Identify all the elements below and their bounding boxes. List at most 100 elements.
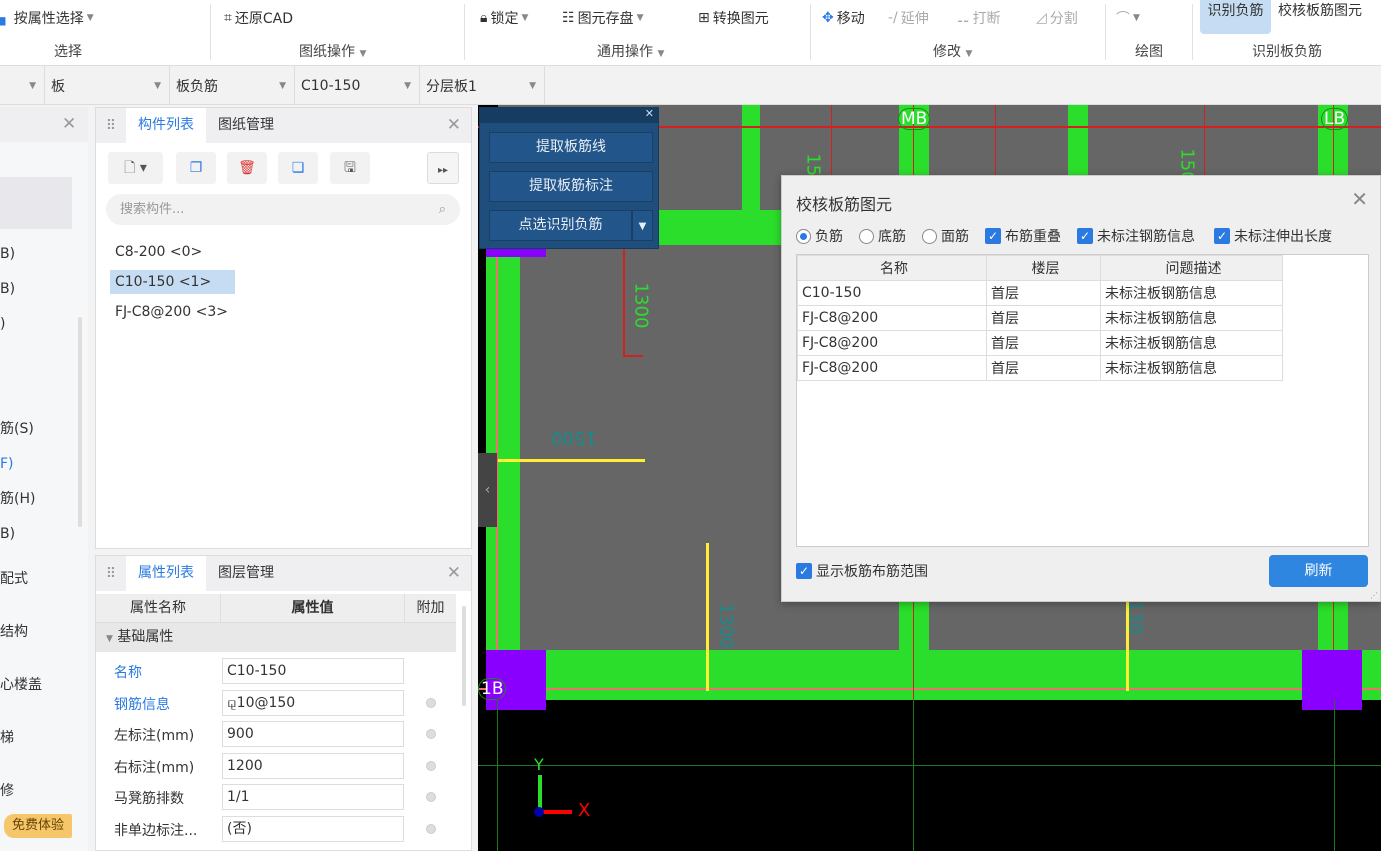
- nav-item[interactable]: 筋(H): [0, 482, 35, 517]
- resize-grip-icon[interactable]: ⋰: [1370, 591, 1378, 600]
- point-identify-dropdown[interactable]: ▼: [632, 210, 653, 241]
- drag-handle-icon[interactable]: ⠿: [96, 566, 126, 582]
- scrollbar[interactable]: [462, 606, 466, 706]
- property-value-input[interactable]: 900: [222, 721, 404, 747]
- lock-button[interactable]: 🔒︎ 锁定 ▼: [480, 8, 528, 28]
- property-value-input[interactable]: 1200: [222, 752, 404, 779]
- nav-selected[interactable]: [0, 177, 72, 229]
- group-drawing-label[interactable]: 图纸操作 ▼: [299, 41, 366, 61]
- new-component-button[interactable]: 🗋︎ ▾: [108, 152, 163, 184]
- close-icon[interactable]: ✕: [645, 107, 654, 120]
- search-input[interactable]: 搜索构件... ⌕: [106, 194, 460, 225]
- select-by-attr-button[interactable]: ▖ 按属性选择 ▼: [0, 8, 94, 28]
- radio-1[interactable]: 底筋: [859, 226, 906, 246]
- copy-button[interactable]: ❐: [176, 152, 216, 184]
- checkbox-checked-icon: ✓: [1077, 228, 1093, 244]
- close-icon[interactable]: ✕: [1351, 187, 1368, 211]
- list-icon: ☷: [562, 10, 575, 26]
- close-icon[interactable]: ✕: [62, 114, 76, 134]
- property-value-input[interactable]: ⚼10@150: [222, 689, 404, 716]
- table-row[interactable]: FJ-C8@200 首层 未标注板钢筋信息: [797, 355, 1283, 381]
- dialog-title: 校核板筋图元: [796, 195, 893, 214]
- break-button[interactable]: ⚋ 打断: [957, 8, 1001, 28]
- free-trial-badge[interactable]: 免费体验: [4, 814, 72, 838]
- selector-type[interactable]: 板 ▼: [45, 66, 170, 105]
- close-icon[interactable]: ✕: [447, 115, 461, 135]
- table-row[interactable]: C10-150 首层 未标注板钢筋信息: [797, 280, 1283, 306]
- save-template-button[interactable]: 🖫︎: [330, 152, 370, 184]
- radio-2[interactable]: 面筋: [922, 226, 969, 246]
- property-row: 马凳筋排数 1/1: [96, 782, 456, 812]
- selector-layer[interactable]: 分层板1 ▼: [420, 66, 545, 105]
- table-row[interactable]: FJ-C8@200 首层 未标注板钢筋信息: [797, 330, 1283, 356]
- tab-layer-management[interactable]: 图层管理: [206, 556, 286, 591]
- tab-component-list[interactable]: 构件列表: [126, 108, 206, 143]
- nav-item[interactable]: B): [0, 517, 15, 552]
- attach-radio[interactable]: [426, 729, 436, 739]
- drag-handle-icon[interactable]: ⠿: [96, 118, 126, 134]
- selector-subtype[interactable]: 板负筋 ▼: [170, 66, 295, 105]
- col-header-floor[interactable]: 楼层: [986, 255, 1101, 281]
- selector-floor[interactable]: ▼: [0, 66, 45, 105]
- dim-text: 1500: [551, 427, 597, 448]
- attach-radio[interactable]: [426, 792, 436, 802]
- radio-0[interactable]: 负筋: [796, 226, 843, 246]
- attach-radio[interactable]: [426, 760, 436, 771]
- nav-item[interactable]: 结构: [0, 615, 28, 650]
- nav-item[interactable]: 心楼盖: [0, 668, 42, 703]
- issue-table-container: 名称 楼层 问题描述 C10-150 首层 未标注板钢筋信息 FJ-C8@200 首层未…: [796, 254, 1369, 547]
- property-value-input[interactable]: C10-150: [222, 658, 404, 684]
- checkbox-4[interactable]: ✓ 未标注钢筋信息: [1077, 226, 1195, 246]
- table-row[interactable]: FJ-C8@200 首层 未标注板钢筋信息: [797, 305, 1283, 331]
- rebar-neg-selected[interactable]: [498, 459, 645, 462]
- checkbox-5[interactable]: ✓ 未标注伸出长度: [1214, 226, 1332, 246]
- group-modify-label[interactable]: 修改 ▼: [933, 41, 972, 61]
- list-item-selected[interactable]: C10-150 <1>: [110, 270, 235, 294]
- restore-cad-button[interactable]: ⌗ 还原CAD: [224, 8, 293, 28]
- tab-property-list[interactable]: 属性列表: [126, 556, 206, 591]
- nav-item[interactable]: ): [0, 307, 5, 342]
- table-cell: 未标注板钢筋信息: [1100, 305, 1283, 331]
- extend-button[interactable]: -/延伸: [888, 8, 929, 28]
- selector-component[interactable]: C10-150 ▼: [295, 66, 420, 105]
- checkbox-3[interactable]: ✓ 布筋重叠: [985, 226, 1061, 246]
- check-slab-rebar-button[interactable]: 校核板筋图元: [1278, 0, 1362, 20]
- collapse-panel-button[interactable]: ‹: [478, 453, 497, 527]
- layer-copy-button[interactable]: ❏: [278, 152, 318, 184]
- expand-button[interactable]: ▸▸: [427, 152, 459, 184]
- arc-draw-button[interactable]: ⌒ ▼: [1116, 8, 1140, 28]
- col-header-name[interactable]: 名称: [797, 255, 987, 281]
- nav-item[interactable]: 梯: [0, 721, 14, 756]
- list-item[interactable]: C8-200 <0>: [110, 240, 207, 264]
- attach-radio[interactable]: [426, 697, 436, 708]
- attach-radio[interactable]: [426, 823, 436, 834]
- property-value-input[interactable]: (否): [222, 815, 404, 842]
- split-button[interactable]: ◿ 分割: [1036, 8, 1078, 28]
- nav-item[interactable]: 筋(S): [0, 412, 34, 447]
- checkbox-checked-icon: ✓: [796, 563, 812, 579]
- nav-item[interactable]: B): [0, 237, 15, 272]
- refresh-button[interactable]: 刷新: [1269, 555, 1368, 587]
- col-header-issue[interactable]: 问题描述: [1100, 255, 1283, 281]
- group-general-label[interactable]: 通用操作 ▼: [597, 41, 664, 61]
- nav-item[interactable]: F): [0, 447, 14, 482]
- show-range-checkbox[interactable]: ✓ 显示板筋布筋范围: [796, 561, 928, 581]
- list-item[interactable]: FJ-C8@200 <3>: [110, 300, 233, 324]
- extract-rebar-label-button[interactable]: 提取板筋标注: [489, 171, 653, 202]
- identify-neg-button[interactable]: 识别负筋: [1200, 0, 1271, 34]
- tab-drawing-management[interactable]: 图纸管理: [206, 108, 286, 143]
- nav-item[interactable]: 配式: [0, 562, 28, 597]
- nav-item[interactable]: B): [0, 272, 15, 307]
- rebar-neg-selected[interactable]: [706, 543, 709, 691]
- save-elements-button[interactable]: ☷ 图元存盘 ▼: [562, 8, 643, 28]
- property-value-input[interactable]: 1/1: [222, 784, 404, 810]
- close-icon[interactable]: ✕: [447, 563, 461, 583]
- move-button[interactable]: ✥ 移动: [822, 8, 865, 28]
- point-identify-button[interactable]: 点选识别负筋: [489, 210, 632, 241]
- delete-button[interactable]: 🗑︎: [227, 152, 267, 184]
- extract-rebar-line-button[interactable]: 提取板筋线: [489, 132, 653, 163]
- property-group-basic[interactable]: ▼ 基础属性: [96, 623, 456, 652]
- nav-item[interactable]: 修: [0, 774, 14, 809]
- scrollbar[interactable]: [78, 317, 82, 527]
- convert-elements-button[interactable]: ⊞ 转换图元: [698, 8, 769, 28]
